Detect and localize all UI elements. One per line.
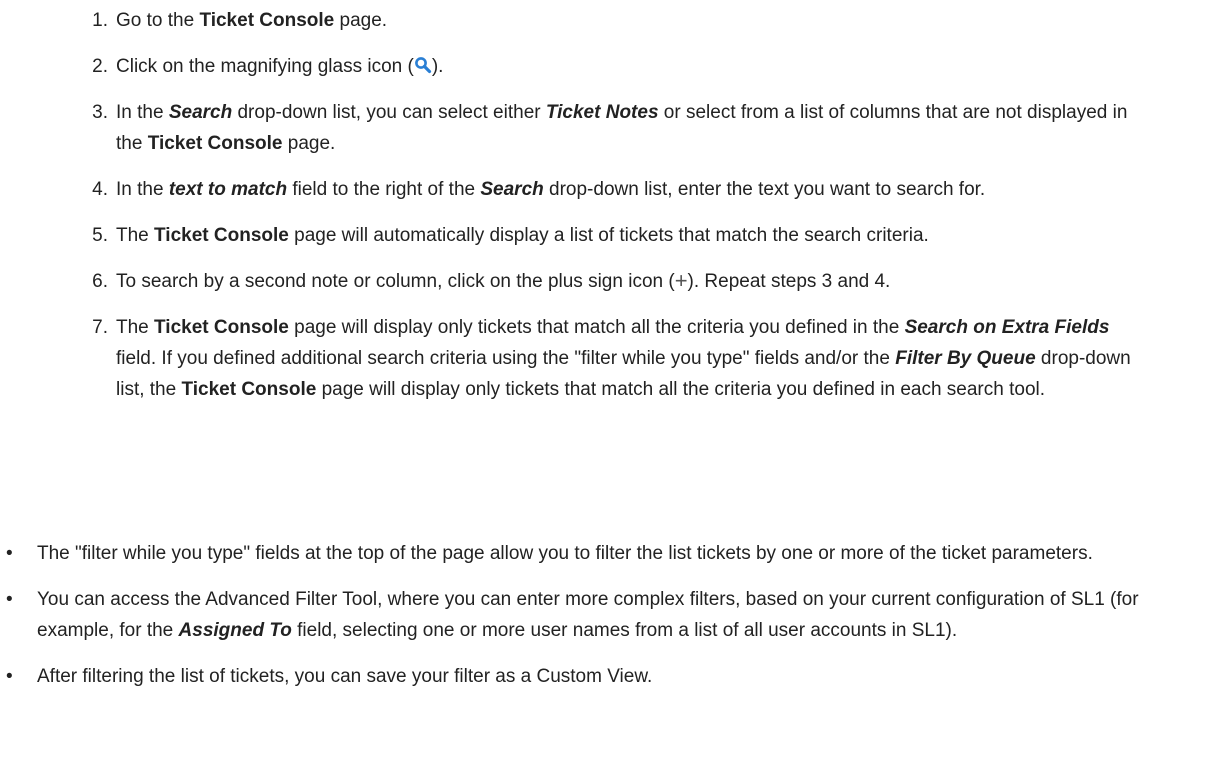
step-number: 5. xyxy=(92,225,108,246)
step-text: field to the right of the xyxy=(287,179,481,200)
step-7: 7. The Ticket Console page will display … xyxy=(0,312,1217,405)
step-text: page will automatically display a list o… xyxy=(288,225,929,246)
ticket-console-term: Ticket Console xyxy=(199,10,335,31)
bullet-item: • The "filter while you type" fields at … xyxy=(0,538,1217,569)
step-1: 1. Go to the Ticket Console page. xyxy=(0,5,1217,36)
ticket-console-term: Ticket Console xyxy=(154,317,289,338)
step-number: 6. xyxy=(92,271,108,292)
bullet-item: • After filtering the list of tickets, y… xyxy=(0,661,1217,692)
bullet-item: • You can access the Advanced Filter Too… xyxy=(0,584,1217,646)
step-number: 1. xyxy=(92,10,108,31)
magnifying-glass-icon xyxy=(414,57,431,74)
step-4: 4. In the text to match field to the rig… xyxy=(0,174,1217,205)
step-text: field. If you defined additional search … xyxy=(116,348,896,369)
filter-by-queue-term: Filter By Queue xyxy=(895,348,1036,369)
bullet-marker: • xyxy=(6,666,13,687)
search-term: Search xyxy=(168,102,233,123)
bullet-marker: • xyxy=(6,543,13,564)
step-text: ). Repeat steps 3 and 4. xyxy=(687,271,891,292)
bullet-list: • The "filter while you type" fields at … xyxy=(0,538,1217,692)
search-on-extra-fields-term: Search on Extra Fields xyxy=(904,317,1110,338)
text-to-match-term: text to match xyxy=(168,179,288,200)
step-text: drop-down list, you can select either xyxy=(232,102,546,123)
bullet-text: After filtering the list of tickets, you… xyxy=(37,666,653,687)
step-text: The xyxy=(116,225,155,246)
bullet-text: The "filter while you type" fields at th… xyxy=(37,543,1093,564)
step-text: drop-down list, enter the text you want … xyxy=(543,179,986,200)
step-number: 4. xyxy=(92,179,108,200)
ticket-console-term: Ticket Console xyxy=(147,133,283,154)
ticket-notes-term: Ticket Notes xyxy=(545,102,659,123)
step-text: ). xyxy=(431,56,444,77)
step-number: 3. xyxy=(92,102,108,123)
step-text: page will display only tickets that matc… xyxy=(316,379,1046,400)
bullet-text: field, selecting one or more user names … xyxy=(291,620,958,641)
step-3: 3. In the Search drop-down list, you can… xyxy=(0,97,1217,159)
step-text: page will display only tickets that matc… xyxy=(288,317,905,338)
step-text: Click on the magnifying glass icon ( xyxy=(116,56,414,77)
ticket-console-term: Ticket Console xyxy=(154,225,289,246)
ticket-console-term: Ticket Console xyxy=(181,379,317,400)
step-text: page. xyxy=(282,133,336,154)
search-term: Search xyxy=(480,179,544,200)
step-text: Go to the xyxy=(116,10,200,31)
step-number: 2. xyxy=(92,56,108,77)
plus-sign-icon: + xyxy=(674,268,688,293)
bullet-marker: • xyxy=(6,589,13,610)
assigned-to-term: Assigned To xyxy=(178,620,292,641)
step-2: 2. Click on the magnifying glass icon ()… xyxy=(0,51,1217,82)
step-text: To search by a second note or column, cl… xyxy=(116,271,675,292)
step-number: 7. xyxy=(92,317,108,338)
step-6: 6. To search by a second note or column,… xyxy=(0,266,1217,297)
step-text: In the xyxy=(116,102,169,123)
step-5: 5. The Ticket Console page will automati… xyxy=(0,220,1217,251)
steps-list: 1. Go to the Ticket Console page. 2. Cli… xyxy=(0,5,1217,405)
step-text: In the xyxy=(116,179,169,200)
step-text: The xyxy=(116,317,155,338)
step-text: page. xyxy=(334,10,388,31)
